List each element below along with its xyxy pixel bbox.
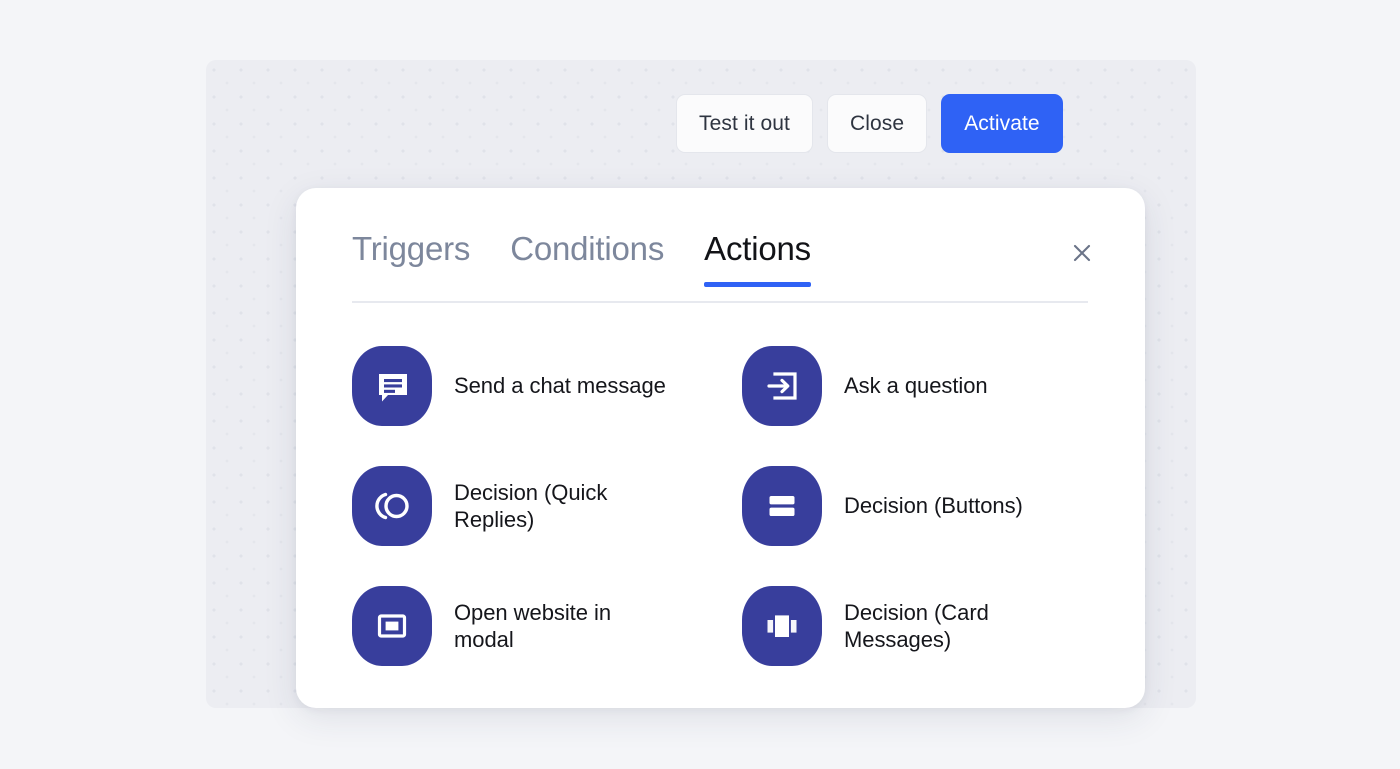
app-stage: Test it out Close Activate Triggers Cond…	[0, 0, 1400, 769]
action-label: Ask a question	[844, 373, 988, 399]
action-decision-buttons[interactable]: Decision (Buttons)	[742, 466, 1096, 546]
close-icon[interactable]	[1066, 237, 1098, 269]
action-label: Decision (Buttons)	[844, 493, 1023, 519]
action-label: Decision (Card Messages)	[844, 599, 989, 652]
toolbar: Test it out Close Activate	[676, 94, 1063, 153]
action-decision-card-messages[interactable]: Decision (Card Messages)	[742, 586, 1096, 666]
action-decision-quick-replies[interactable]: Decision (Quick Replies)	[352, 466, 742, 546]
modal-window-icon	[352, 586, 432, 666]
stacked-buttons-icon	[742, 466, 822, 546]
action-ask-a-question[interactable]: Ask a question	[742, 346, 1096, 426]
action-label: Decision (Quick Replies)	[454, 479, 608, 532]
quick-replies-icon	[352, 466, 432, 546]
action-label: Send a chat message	[454, 373, 666, 399]
tab-actions[interactable]: Actions	[684, 232, 831, 287]
chat-message-icon	[352, 346, 432, 426]
tab-conditions[interactable]: Conditions	[490, 232, 684, 287]
test-it-out-button[interactable]: Test it out	[676, 94, 813, 153]
card-carousel-icon	[742, 586, 822, 666]
actions-modal: Triggers Conditions Actions Send a chat …	[296, 188, 1145, 708]
action-label: Open website in modal	[454, 599, 612, 652]
arrow-into-box-icon	[742, 346, 822, 426]
tab-triggers[interactable]: Triggers	[352, 232, 490, 287]
action-open-website-in-modal[interactable]: Open website in modal	[352, 586, 742, 666]
actions-grid: Send a chat message Ask a question Decis…	[352, 346, 1096, 666]
modal-tabs: Triggers Conditions Actions	[352, 232, 831, 287]
close-button[interactable]: Close	[826, 94, 928, 153]
action-send-a-chat-message[interactable]: Send a chat message	[352, 346, 742, 426]
activate-button[interactable]: Activate	[941, 94, 1063, 153]
tabs-divider	[352, 301, 1088, 303]
